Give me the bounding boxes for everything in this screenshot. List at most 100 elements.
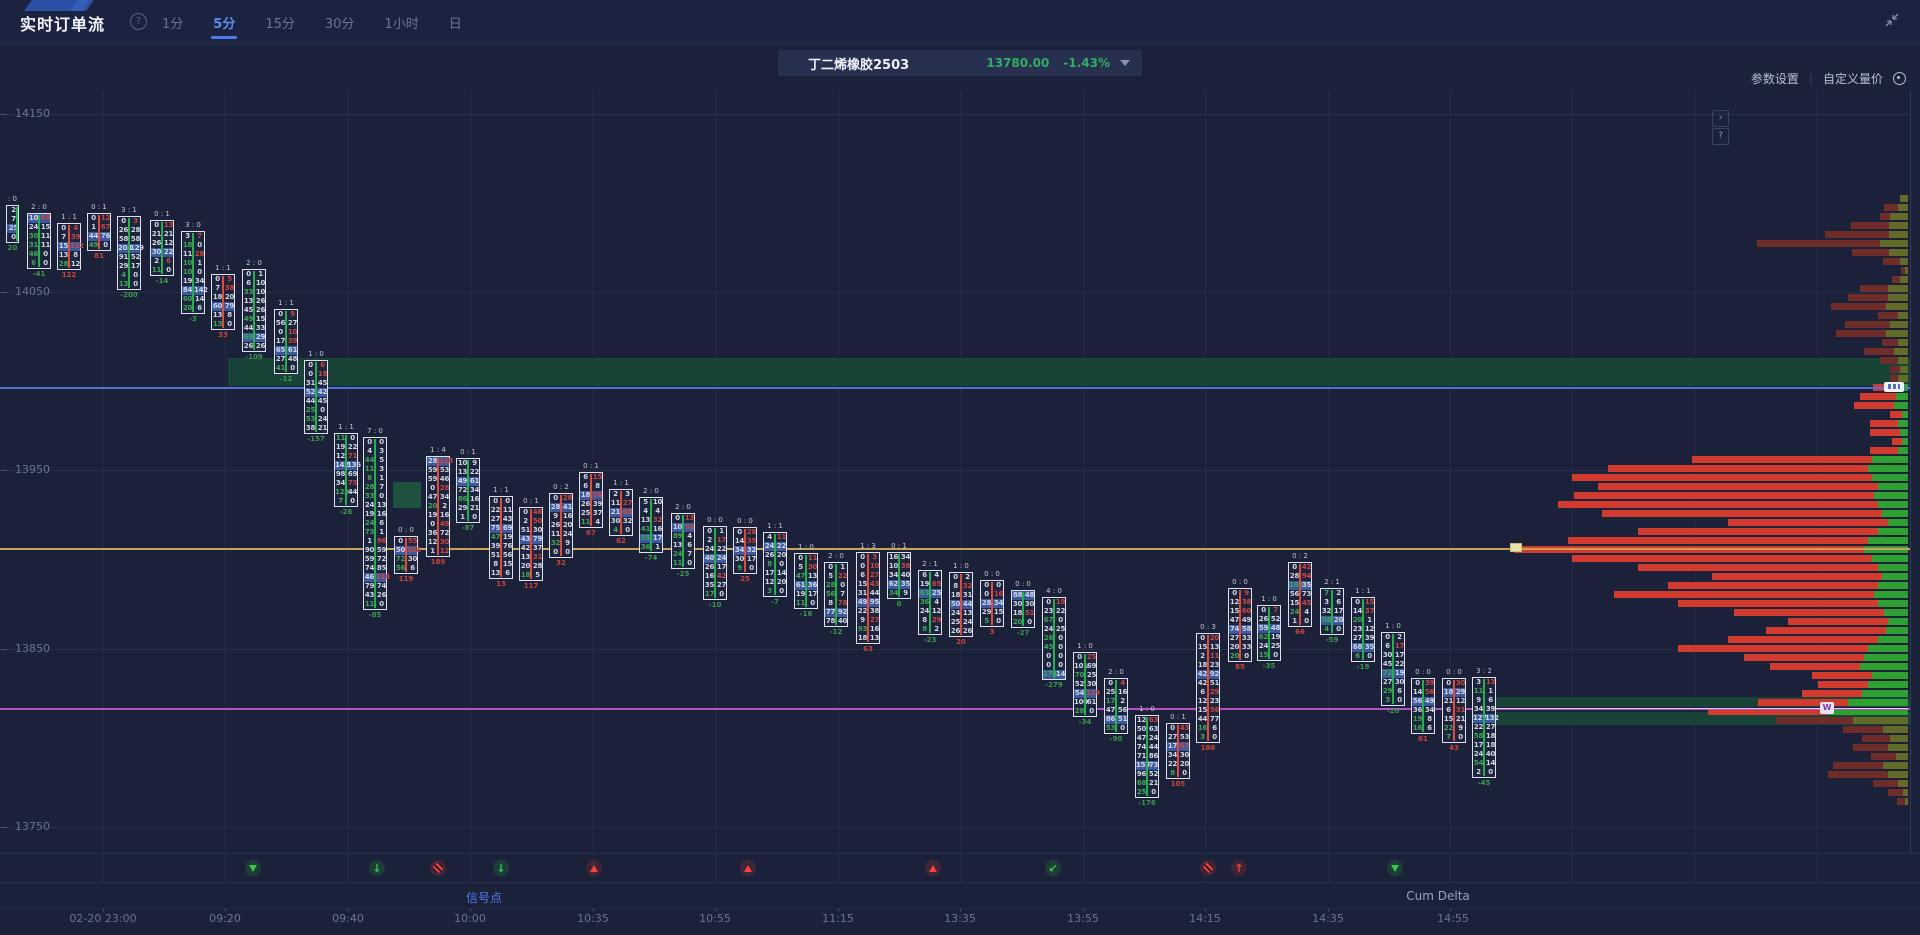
footprint-candle[interactable]: 02617301745227219273029630 (1381, 632, 1405, 706)
signal-marker-buy[interactable] (740, 860, 756, 876)
footprint-candle[interactable]: 0573818206079138130 (211, 274, 235, 330)
footprint-candle[interactable]: 51044133241165517361 (639, 497, 663, 553)
footprint-candle[interactable]: 03018292112631152122970 (1442, 678, 1466, 743)
footprint-candle[interactable]: 41124222620801714122030 (763, 532, 787, 597)
signal-point-label[interactable]: 信号点 (466, 889, 502, 906)
footprint-candle[interactable]: 055502067230566 (394, 536, 418, 574)
time-axis-label: 10:00 (454, 912, 486, 925)
footprint-candle[interactable]: 1091322496172348616292110 (456, 458, 480, 523)
candle-header: 1 : 4 (430, 446, 446, 454)
time-axis-label: 09:40 (332, 912, 364, 925)
footprint-candle[interactable]: 01923226702425260450000017414 (1042, 597, 1066, 680)
custom-volume-price-button[interactable]: 自定义量价 (1823, 70, 1883, 87)
footprint-candle[interactable]: 106924153011311146060 (27, 213, 51, 269)
footprint-candle[interactable]: 3718011281011001934841426014206 (181, 231, 205, 314)
signal-marker-sell[interactable]: ↓ (493, 860, 509, 876)
footprint-candle[interactable]: 03262858582031299152291740130 (117, 216, 141, 290)
candle-direction-line (1177, 725, 1179, 777)
tab-5min[interactable]: 5分 (211, 1, 237, 44)
ask-volume: 45 (1301, 599, 1312, 608)
panel-help-button[interactable]: ? (1712, 128, 1729, 145)
ask-volume: 39 (1485, 705, 1496, 714)
signal-marker-buy[interactable] (925, 860, 941, 876)
ask-volume: 4 (931, 598, 942, 607)
footprint-candle[interactable]: 04625051304379423713312028185 (519, 507, 543, 581)
ask-volume: 6 (1485, 696, 1496, 705)
help-icon[interactable]: ? (130, 13, 147, 30)
signal-marker-sell[interactable] (1387, 860, 1403, 876)
footprint-candle[interactable]: 02510169702552305411910061280 (1073, 652, 1097, 717)
time-axis-tick (348, 908, 349, 912)
footprint-candle[interactable]: 04251617247568651530 (1104, 678, 1128, 734)
footprint-candle[interactable]: 03010627154331444995223892793161813 (856, 552, 880, 644)
instrument-selector[interactable]: 丁二烯橡胶2503 13780.00 -1.43% (778, 50, 1142, 76)
tab-15min[interactable]: 15分 (263, 1, 297, 44)
footprint-candle[interactable]: 0152228056787877927840 (824, 562, 848, 627)
tab-30min[interactable]: 30分 (323, 1, 357, 44)
footprint-candle[interactable]: 72363217582040 (1320, 588, 1344, 635)
footprint-candle[interactable]: 884830301851200 (1011, 590, 1035, 628)
panel-collapse-button[interactable]: › (1712, 110, 1729, 127)
footprint-candle[interactable]: 1634103834406235349 (887, 552, 911, 599)
footprint-candle[interactable]: 043275317673430222080 (1166, 723, 1190, 779)
footprint-candle[interactable]: 01321212612302226110 (150, 220, 174, 276)
footprint-candle[interactable]: 2812859535946028473420219160493672123011… (426, 456, 450, 557)
footprint-candle[interactable]: 61568185626392537114 (579, 472, 603, 528)
footprint-candle[interactable]: 126350634724744471861597396526821250 (1135, 715, 1159, 798)
footprint-candle[interactable]: 0121724224024261716423527170 (703, 526, 727, 600)
footprint-candle[interactable]: 0283218315044241325242626 (949, 572, 973, 637)
footprint-candle[interactable]: 000162834291550 (980, 580, 1004, 627)
signal-marker-buy[interactable] (430, 860, 446, 876)
footprint-candle[interactable]: 015143720123122739683560 (1351, 597, 1375, 662)
profile-bar-sell (1884, 204, 1898, 211)
footprint-candle[interactable]: 0043445113612873302413191624673119690595… (363, 437, 387, 610)
candle-direction-line (68, 225, 70, 268)
tab-1min[interactable]: 1分 (160, 1, 185, 44)
ask-volume: 0 (1270, 651, 1281, 660)
footprint-candle[interactable]: 02814353432301790 (733, 527, 757, 574)
signal-marker-sell[interactable]: ↓ (1045, 860, 1061, 876)
signal-marker-sell[interactable] (245, 860, 261, 876)
radio-circle-icon[interactable] (1893, 72, 1906, 85)
signal-marker-buy[interactable] (1200, 860, 1216, 876)
ask-volume: 1 (837, 563, 848, 572)
footprint-candle[interactable]: 011530471361361917110 (794, 553, 818, 609)
footprint-candle[interactable]: 016103310132645264915443369292626 (242, 269, 266, 352)
ask-volume: 79 (224, 302, 235, 311)
signal-marker-sell[interactable]: ↓ (369, 860, 385, 876)
footprint-candle[interactable]: 6419656325364241282982 (918, 570, 942, 635)
profile-bar-buy (1874, 492, 1908, 499)
footprint-candle[interactable]: 0601831455242444525053243821 (304, 360, 328, 434)
footprint-candle[interactable]: 09123815604749745827332033200 (1228, 588, 1252, 662)
footprint-candle[interactable]: 095627010173965612748410 (274, 309, 298, 374)
footprint-candle[interactable]: 3131119634391271322227581817182440541420 (1472, 677, 1496, 778)
footprint-candle[interactable]: 04739151221382812 (57, 223, 81, 270)
tab-1hour[interactable]: 1小时 (382, 1, 420, 44)
ask-volume: 37 (532, 544, 543, 553)
ask-volume: 31 (962, 591, 973, 600)
candle-header: 0 : 2 (1292, 552, 1308, 560)
footprint-candle[interactable]: 0121674476490 (87, 213, 111, 251)
footprint-candle[interactable]: 072652594862192425150 (1257, 605, 1281, 661)
collapse-arrows-icon[interactable] (1884, 12, 1900, 28)
footprint-candle[interactable]: 0422894103355673154524410 (1288, 562, 1312, 627)
candle-delta: -34 (1073, 718, 1097, 726)
footprint-candle[interactable]: 039145656493634198166 (1411, 678, 1435, 734)
signal-marker-buy[interactable]: ↑ (1231, 860, 1247, 876)
footprint-candle[interactable]: 00221127437569471939765156815136 (489, 496, 513, 579)
signal-marker-buy[interactable] (586, 860, 602, 876)
footprint-candle[interactable]: 02828419162620112432900 (549, 493, 573, 558)
tab-day[interactable]: 日 (447, 1, 464, 44)
time-gridline (1572, 90, 1573, 882)
footprint-candle[interactable]: 0131092894136247110 (671, 513, 695, 569)
profile-bar-buy (1898, 780, 1908, 787)
footprint-candle[interactable]: 0201513211182342924251629122315564477166… (1196, 633, 1220, 743)
profile-bar-buy (1890, 321, 1908, 328)
candle-delta: -3 (181, 315, 205, 323)
ask-volume: 23 (1209, 661, 1220, 670)
settings-button[interactable]: 参数设置 (1751, 70, 1799, 87)
footprint-candle[interactable]: 11019221271142136986934751224470 (334, 433, 358, 507)
candle-direction-line (222, 276, 224, 328)
footprint-candle[interactable]: 27250 (6, 205, 19, 243)
footprint-candle[interactable]: 2311272168303240 (609, 489, 633, 536)
